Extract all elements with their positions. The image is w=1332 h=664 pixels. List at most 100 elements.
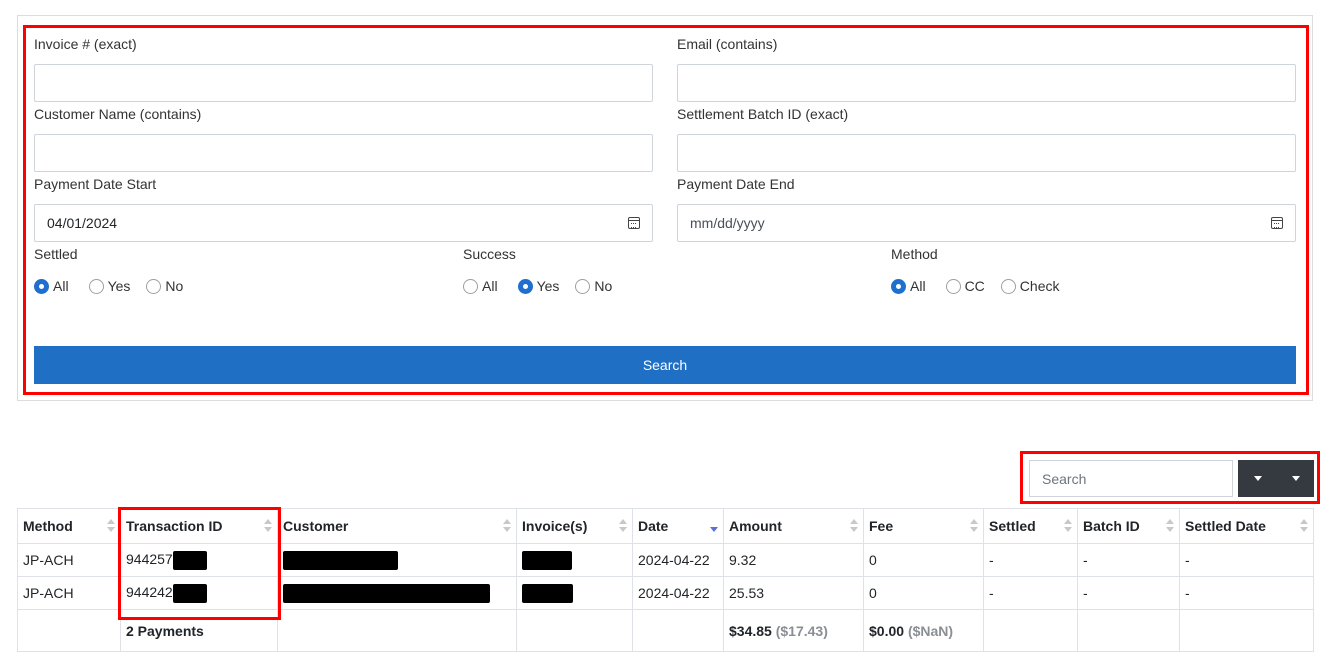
cell-settled: - (983, 576, 1078, 610)
settlement-batch-input[interactable] (677, 134, 1296, 172)
redaction-block (283, 583, 490, 603)
cell-method: JP-ACH (17, 543, 121, 577)
caret-down-icon (1253, 476, 1262, 481)
method-label: Method (891, 246, 938, 262)
sort-icon[interactable] (1064, 519, 1072, 533)
invoice-label: Invoice # (exact) (34, 36, 137, 52)
payment-date-start-value: 04/01/2024 (47, 215, 118, 231)
column-header-batch-id[interactable]: Batch ID (1077, 508, 1180, 544)
cell-settled-date: - (1179, 543, 1314, 577)
cell-customer (277, 543, 517, 577)
column-header-invoices[interactable]: Invoice(s) (516, 508, 633, 544)
calendar-icon[interactable] (628, 217, 640, 229)
invoice-input[interactable] (34, 64, 653, 102)
cell-settled-date: - (1179, 576, 1314, 610)
radio-selected-icon[interactable] (891, 278, 906, 294)
sort-icon[interactable] (1166, 519, 1174, 533)
footer-fee: $0.00 ($NaN) (863, 609, 984, 652)
table-footer-row: 2 Payments $34.85 ($17.43) $0.00 ($NaN) (17, 609, 1314, 652)
table-header-row: Method Transaction ID Customer Invoice(s… (17, 508, 1314, 544)
settled-no-option[interactable]: No (146, 278, 183, 294)
cell-date: 2024-04-22 (632, 543, 724, 577)
cell-invoices (516, 543, 633, 577)
redaction-block (172, 550, 207, 570)
payment-date-start-input[interactable]: 04/01/2024 (34, 204, 653, 242)
success-all-option[interactable]: All (463, 278, 498, 294)
radio-icon[interactable] (88, 278, 104, 294)
success-yes-option[interactable]: Yes (517, 278, 559, 294)
sort-icon[interactable] (503, 519, 511, 533)
cell-transaction-id: 944242 (120, 576, 278, 610)
column-header-customer[interactable]: Customer (277, 508, 517, 544)
column-header-transaction-id[interactable]: Transaction ID (120, 508, 278, 544)
sort-icon[interactable] (264, 519, 272, 533)
settled-label: Settled (34, 246, 78, 262)
column-header-settled[interactable]: Settled (983, 508, 1078, 544)
method-radio-group: All CC Check (891, 278, 1073, 294)
payment-date-end-input[interactable]: mm/dd/yyyy (677, 204, 1296, 242)
cell-customer (277, 576, 517, 610)
payment-date-end-label: Payment Date End (677, 176, 795, 192)
settled-all-option[interactable]: All (34, 278, 69, 294)
sort-icon[interactable] (107, 519, 115, 533)
cell-fee: 0 (863, 576, 984, 610)
settlement-batch-label: Settlement Batch ID (exact) (677, 106, 849, 122)
table-row: JP-ACH 944242 2024-04-22 25.53 0 - - - (17, 576, 1314, 610)
radio-icon[interactable] (1000, 278, 1016, 294)
column-header-settled-date[interactable]: Settled Date (1179, 508, 1314, 544)
cell-transaction-id: 944257 (120, 543, 278, 577)
success-radio-group: All Yes No (463, 278, 626, 294)
payment-date-start-label: Payment Date Start (34, 176, 157, 192)
radio-icon[interactable] (945, 278, 961, 294)
sort-icon[interactable] (1300, 519, 1308, 533)
column-header-fee[interactable]: Fee (863, 508, 984, 544)
radio-selected-icon[interactable] (517, 278, 533, 294)
column-header-method[interactable]: Method (17, 508, 121, 544)
customer-name-input[interactable] (34, 134, 653, 172)
email-label: Email (contains) (677, 36, 778, 52)
sort-desc-icon[interactable] (710, 519, 718, 533)
payment-date-end-placeholder: mm/dd/yyyy (690, 215, 765, 231)
radio-icon[interactable] (146, 278, 162, 294)
cell-method: JP-ACH (17, 576, 121, 610)
cell-amount: 25.53 (723, 576, 864, 610)
table-search-input[interactable]: Search (1029, 460, 1233, 497)
payments-table: Method Transaction ID Customer Invoice(s… (17, 508, 1314, 652)
settled-yes-option[interactable]: Yes (88, 278, 130, 294)
cell-date: 2024-04-22 (632, 576, 724, 610)
success-no-option[interactable]: No (575, 278, 612, 294)
calendar-icon[interactable] (1271, 217, 1283, 229)
footer-amount: $34.85 ($17.43) (723, 609, 864, 652)
table-row: JP-ACH 944257 2024-04-22 9.32 0 - - - (17, 543, 1314, 577)
method-all-option[interactable]: All (891, 278, 926, 294)
export-dropdown-button[interactable] (1277, 460, 1314, 497)
radio-icon[interactable] (463, 278, 478, 294)
method-check-option[interactable]: Check (1000, 278, 1059, 294)
email-input[interactable] (677, 64, 1296, 102)
redaction-block (172, 583, 207, 603)
cell-batch-id: - (1077, 576, 1180, 610)
radio-selected-icon[interactable] (34, 278, 49, 294)
column-dropdown-button[interactable] (1238, 460, 1277, 497)
cell-amount: 9.32 (723, 543, 864, 577)
customer-name-label: Customer Name (contains) (34, 106, 202, 122)
sort-icon[interactable] (850, 519, 858, 533)
cell-invoices (516, 576, 633, 610)
success-label: Success (463, 246, 516, 262)
search-button[interactable]: Search (34, 346, 1296, 384)
cell-settled: - (983, 543, 1078, 577)
footer-count: 2 Payments (120, 609, 278, 652)
radio-icon[interactable] (575, 278, 591, 294)
caret-down-icon (1291, 476, 1300, 481)
redaction-block (522, 583, 573, 603)
settled-radio-group: All Yes No (34, 278, 197, 294)
column-header-amount[interactable]: Amount (723, 508, 864, 544)
sort-icon[interactable] (619, 519, 627, 533)
redaction-block (283, 550, 398, 570)
redaction-block (522, 550, 572, 570)
column-header-date[interactable]: Date (632, 508, 724, 544)
method-cc-option[interactable]: CC (945, 278, 985, 294)
cell-fee: 0 (863, 543, 984, 577)
sort-icon[interactable] (970, 519, 978, 533)
cell-batch-id: - (1077, 543, 1180, 577)
